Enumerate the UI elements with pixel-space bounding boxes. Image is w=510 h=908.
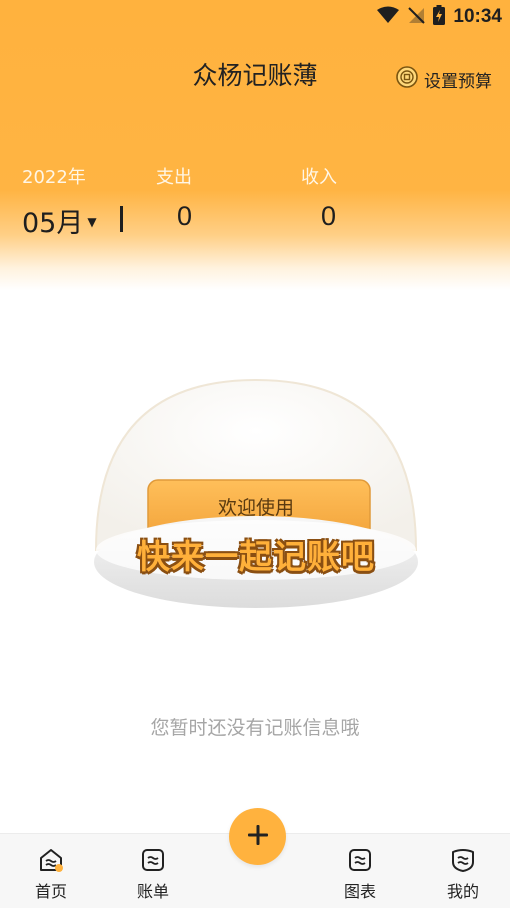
set-budget-button[interactable]: 设置预算 [396, 66, 492, 92]
plus-icon [246, 823, 270, 851]
header-background [0, 0, 510, 290]
nav-label-home: 首页 [34, 882, 67, 901]
status-bar: 10:34 [0, 0, 510, 32]
coin-icon [396, 66, 418, 92]
status-icons: 10:34 [377, 5, 502, 29]
empty-state-message: 您暂时还没有记账信息哦 [150, 717, 360, 739]
year-label: 2022年 [22, 167, 86, 188]
profile-icon [450, 848, 476, 876]
chart-icon [347, 848, 373, 876]
set-budget-label: 设置预算 [424, 71, 492, 92]
month-picker[interactable]: 05月 ▼ [22, 201, 97, 240]
add-record-button[interactable] [229, 808, 286, 865]
expense-value: 0 [177, 201, 193, 231]
nav-item-home[interactable]: 首页 [21, 848, 81, 902]
summary-divider [120, 206, 123, 232]
status-time: 10:34 [453, 6, 502, 27]
battery-charging-icon [433, 5, 446, 29]
welcome-slogan: 快来一起记账吧 [137, 537, 375, 576]
signal-off-icon [407, 6, 426, 28]
nav-item-bill[interactable]: 账单 [123, 848, 183, 902]
nav-label-bill: 账单 [136, 882, 169, 901]
nav-item-profile[interactable]: 我的 [433, 848, 493, 902]
welcome-banner-text: 欢迎使用 [217, 497, 294, 519]
nav-label-chart: 图表 [343, 882, 376, 901]
wifi-icon [377, 6, 400, 28]
nav-label-profile: 我的 [446, 882, 479, 901]
home-icon [38, 848, 64, 876]
nav-item-chart[interactable]: 图表 [330, 848, 390, 902]
expense-label: 支出 [156, 167, 192, 188]
income-label: 收入 [301, 167, 337, 188]
welcome-illustration: 欢迎使用 快来一起记账吧 [92, 378, 420, 614]
income-value: 0 [321, 201, 337, 231]
month-value: 05月 [22, 208, 84, 239]
caret-down-icon: ▼ [87, 214, 97, 229]
bill-icon [140, 848, 166, 876]
